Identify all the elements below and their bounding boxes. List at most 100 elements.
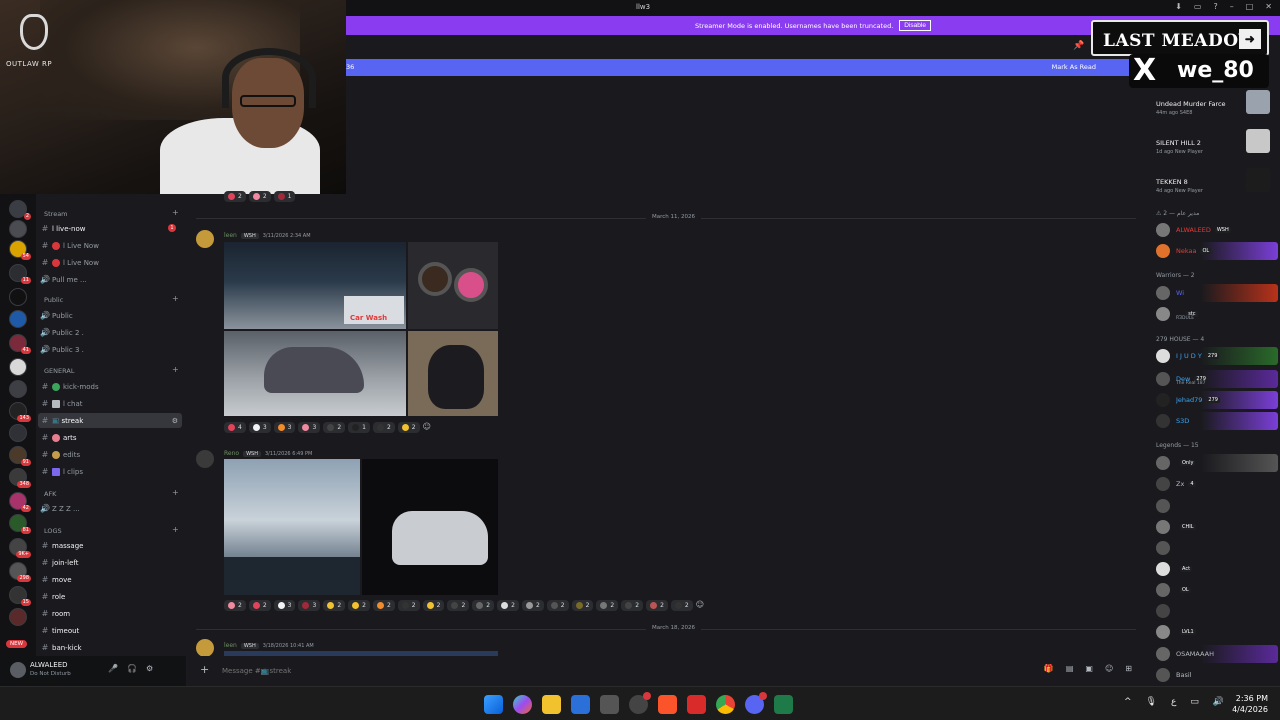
channel-kick-mods[interactable]: # kick-mods <box>38 379 182 394</box>
avatar[interactable] <box>196 450 214 468</box>
network-icon[interactable]: ▭ <box>1190 697 1199 707</box>
add-reaction-icon[interactable]: ☺ <box>696 600 704 611</box>
channel-live-now-3[interactable]: # l Live Now <box>38 255 182 270</box>
channel-streak[interactable]: # 📺 streak ⚙ <box>38 413 182 428</box>
image-drinks[interactable] <box>408 242 498 329</box>
category-public[interactable]: Public <box>44 296 63 304</box>
adobe-icon[interactable] <box>687 695 706 714</box>
settings-gear-icon[interactable]: ⚙ <box>172 417 178 425</box>
server-icon[interactable]: 298 <box>9 562 31 582</box>
server-icon[interactable] <box>9 358 27 376</box>
member-row[interactable]: S3D <box>1150 412 1278 430</box>
channel-zzz[interactable]: 🔊 Z Z Z ... <box>38 501 182 516</box>
reaction[interactable]: 2 <box>472 600 495 611</box>
server-icon[interactable]: 15 <box>9 586 31 606</box>
download-icon[interactable]: ⬇ <box>1175 2 1182 11</box>
channel-room[interactable]: # room <box>38 606 182 621</box>
settings-gear-icon[interactable]: ⚙ <box>146 664 153 673</box>
channel-edits[interactable]: # edits <box>38 447 182 462</box>
activity-item[interactable]: TEKKEN 8 4d ago New Player <box>1156 178 1203 194</box>
avatar[interactable] <box>196 639 214 657</box>
channel-chat[interactable]: # l chat <box>38 396 182 411</box>
member-row[interactable] <box>1150 497 1278 515</box>
store-icon[interactable] <box>571 695 590 714</box>
member-row[interactable] <box>1150 602 1278 620</box>
apps-icon[interactable]: ⊞ <box>1125 664 1132 673</box>
attach-plus-icon[interactable]: + <box>200 663 209 676</box>
reaction[interactable]: 2 <box>447 600 470 611</box>
excel-icon[interactable] <box>774 695 793 714</box>
member-row[interactable]: ALWALEED WSH <box>1150 221 1278 239</box>
server-icon[interactable]: 348 <box>9 468 31 488</box>
inbox-icon[interactable]: ▭ <box>1194 2 1202 11</box>
member-row[interactable]: ... stc R3DULE <box>1150 305 1278 323</box>
member-row[interactable]: Zx 4 <box>1150 475 1278 493</box>
server-icon[interactable] <box>9 220 27 238</box>
channel-ban-kick[interactable]: # ban-kick <box>38 640 182 655</box>
channel-role[interactable]: # role <box>38 589 182 604</box>
server-icon[interactable] <box>9 608 27 626</box>
reaction[interactable]: 2 <box>571 600 594 611</box>
file-explorer-icon[interactable] <box>542 695 561 714</box>
reaction[interactable]: 3 <box>273 600 296 611</box>
image-sky-skyline[interactable] <box>224 459 360 595</box>
server-icon[interactable] <box>9 310 27 328</box>
activity-item[interactable]: Undead Murder Farce 44m ago S4E8 <box>1156 100 1226 116</box>
reaction[interactable]: 4 <box>224 422 246 433</box>
avatar[interactable] <box>10 662 26 678</box>
category-general[interactable]: GENERAL <box>44 367 74 375</box>
image-black-cat[interactable] <box>408 331 498 416</box>
new-servers-pill[interactable]: NEW <box>6 640 28 648</box>
category-afk[interactable]: AFK <box>44 490 56 498</box>
reaction[interactable]: 2 <box>596 600 619 611</box>
maximize-icon[interactable]: □ <box>1246 2 1254 11</box>
reaction[interactable]: 2 <box>372 600 395 611</box>
reaction[interactable]: 2 <box>248 600 271 611</box>
reaction[interactable]: 2 <box>397 600 420 611</box>
member-row[interactable]: Dew 279 The Real 187 <box>1150 370 1278 388</box>
server-icon[interactable]: 11 <box>9 264 31 284</box>
server-icon[interactable]: 81 <box>9 514 31 534</box>
channel-pull-me[interactable]: 🔊 Pull me ... <box>38 272 182 287</box>
reaction[interactable]: 2 <box>348 600 370 611</box>
channel-timeout[interactable]: # timeout <box>38 623 182 638</box>
reaction[interactable]: 2 <box>621 600 644 611</box>
activity-item[interactable]: SILENT HILL 2 1d ago New Player <box>1156 139 1203 155</box>
close-icon[interactable]: ✕ <box>1265 2 1272 11</box>
server-icon[interactable]: 9K+ <box>9 538 31 558</box>
member-row[interactable]: OL <box>1150 581 1278 599</box>
reaction[interactable]: 3 <box>298 600 321 611</box>
pin-icon[interactable]: 📌 <box>1073 41 1084 51</box>
reaction[interactable]: 2 <box>646 600 668 611</box>
discord-icon[interactable] <box>745 692 767 714</box>
member-row[interactable]: Jehad79 279 <box>1150 391 1278 409</box>
reaction[interactable]: 2 <box>422 600 445 611</box>
channel-public-2[interactable]: 🔊 Public 2 . <box>38 325 182 340</box>
reaction[interactable]: 2 <box>224 191 246 202</box>
reaction[interactable]: 3 <box>273 422 296 433</box>
member-row[interactable]: OSAMAAAH <box>1150 645 1278 663</box>
copilot-icon[interactable] <box>513 695 532 714</box>
server-icon[interactable]: 41 <box>9 334 31 354</box>
mark-as-read[interactable]: Mark As Read <box>1052 63 1096 71</box>
member-row[interactable]: Wi <box>1150 284 1278 302</box>
channel-public-3[interactable]: 🔊 Public 3 . <box>38 342 182 357</box>
category-logs[interactable]: LOGS <box>44 527 62 535</box>
message-input[interactable] <box>222 662 1002 679</box>
member-row[interactable]: Basil <box>1150 666 1278 684</box>
minimize-icon[interactable]: – <box>1230 2 1234 11</box>
channel-public[interactable]: 🔊 Public <box>38 308 182 323</box>
gif-icon[interactable]: ▤ <box>1066 664 1074 673</box>
server-icon[interactable] <box>9 424 27 442</box>
channel-join-left[interactable]: # join-left <box>38 555 182 570</box>
chrome-icon[interactable] <box>716 695 735 714</box>
member-row[interactable] <box>1150 539 1278 557</box>
member-row[interactable]: I J U D Y 279 <box>1150 347 1278 365</box>
reaction[interactable]: 2 <box>248 191 271 202</box>
help-icon[interactable]: ? <box>1213 2 1217 11</box>
brave-icon[interactable] <box>658 695 677 714</box>
member-row[interactable]: CHIL <box>1150 518 1278 536</box>
server-icon[interactable]: 143 <box>9 402 31 422</box>
server-icon[interactable] <box>9 288 27 306</box>
windows-start-icon[interactable] <box>484 695 503 714</box>
